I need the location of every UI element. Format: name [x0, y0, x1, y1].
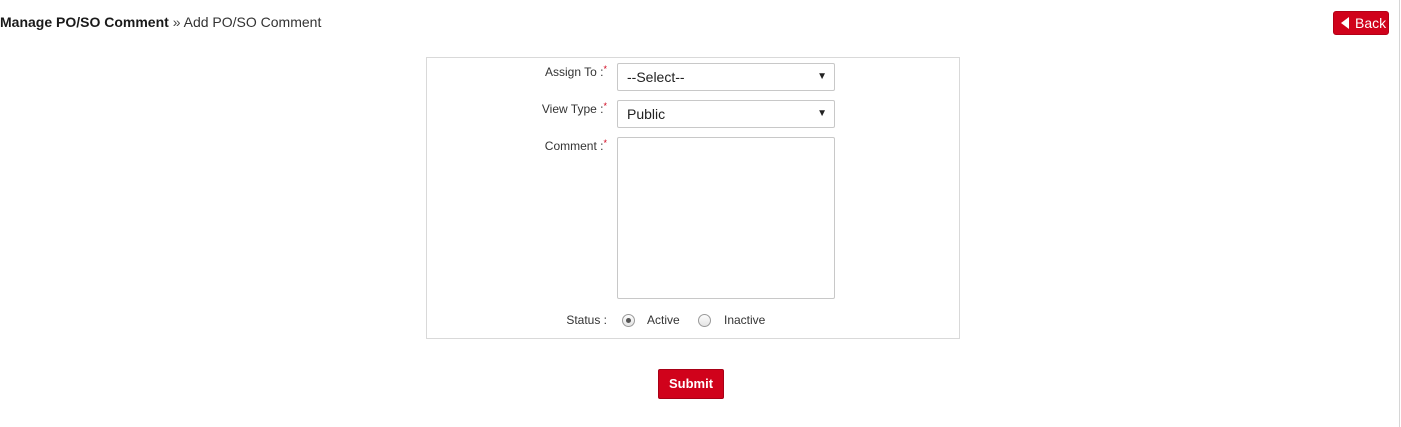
- status-active-label[interactable]: Active: [647, 313, 680, 327]
- comment-textarea[interactable]: [617, 137, 835, 299]
- breadcrumb-root-link[interactable]: Manage PO/SO Comment: [0, 14, 169, 30]
- comment-form-panel: Assign To :* --Select-- ▼ View Type :* P…: [426, 57, 960, 339]
- submit-button[interactable]: Submit: [658, 369, 724, 399]
- triangle-left-icon: [1341, 17, 1349, 29]
- dropdown-arrow-icon: ▼: [817, 108, 827, 119]
- status-label: Status :: [566, 313, 607, 327]
- breadcrumb-current: Add PO/SO Comment: [183, 14, 322, 30]
- assign-to-selected-value: --Select--: [627, 69, 685, 85]
- required-marker: *: [603, 64, 607, 74]
- required-marker: *: [603, 101, 607, 111]
- view-type-label: View Type :*: [541, 101, 607, 116]
- comment-label: Comment :*: [544, 138, 607, 153]
- breadcrumb: Manage PO/SO Comment » Add PO/SO Comment: [0, 13, 321, 31]
- status-active-radio[interactable]: [622, 314, 635, 327]
- page-right-divider: [1399, 0, 1400, 427]
- back-button[interactable]: Back: [1333, 11, 1389, 35]
- status-inactive-label[interactable]: Inactive: [724, 313, 765, 327]
- view-type-selected-value: Public: [627, 106, 666, 122]
- assign-to-select[interactable]: --Select-- ▼: [617, 63, 835, 91]
- status-inactive-radio[interactable]: [698, 314, 711, 327]
- comment-label-text: Comment :: [544, 139, 604, 153]
- view-type-select[interactable]: Public ▼: [617, 100, 835, 128]
- dropdown-arrow-icon: ▼: [817, 71, 827, 82]
- breadcrumb-separator: »: [172, 14, 181, 30]
- back-button-label: Back: [1355, 15, 1387, 31]
- assign-to-label-text: Assign To :: [545, 65, 604, 79]
- view-type-label-text: View Type :: [541, 102, 604, 116]
- required-marker: *: [603, 138, 607, 148]
- assign-to-label: Assign To :*: [545, 64, 607, 79]
